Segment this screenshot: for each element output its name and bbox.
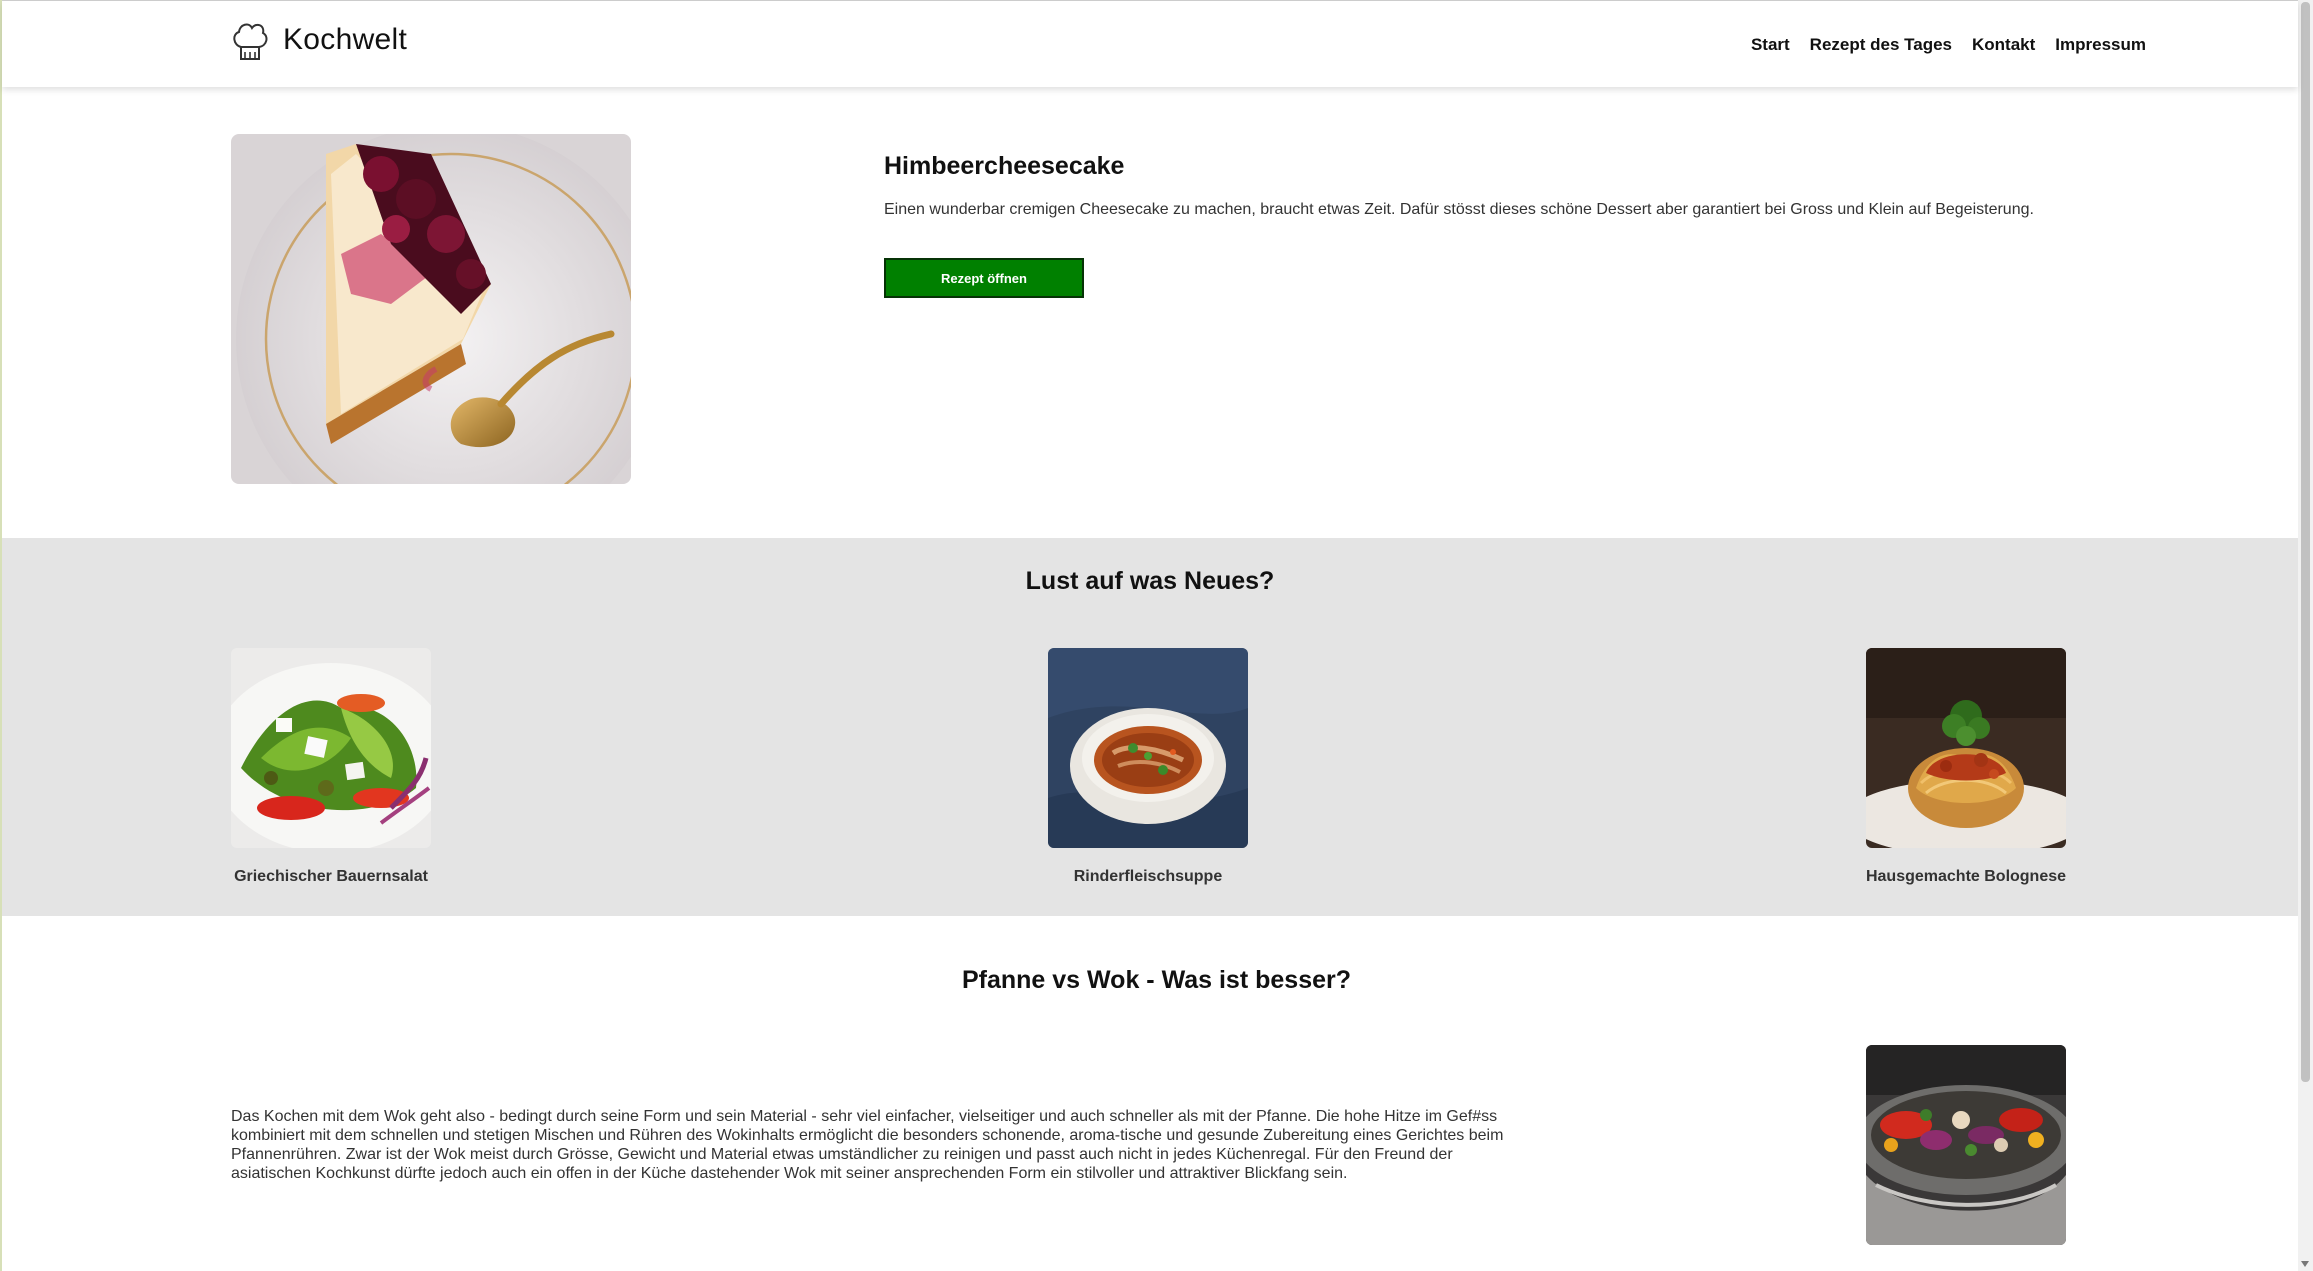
cheesecake-image [231, 134, 631, 484]
article-title: Pfanne vs Wok - Was ist besser? [961, 966, 1351, 994]
article-text: Das Kochen mit dem Wok geht also - bedin… [231, 1108, 1504, 1182]
hero-title: Himbeercheesecake [884, 152, 1125, 180]
scrollbar-thumb[interactable] [2301, 2, 2310, 1082]
nav-kontakt[interactable]: Kontakt [1972, 35, 2035, 55]
recipe-label[interactable]: Hausgemachte Bolognese [1856, 868, 2076, 886]
soup-image [1048, 648, 1248, 848]
page-scrollbar[interactable] [2298, 0, 2313, 1271]
logo[interactable]: Kochwelt [231, 19, 407, 61]
brand-name: Kochwelt [283, 23, 408, 56]
hero-description: Einen wunderbar cremigen Cheesecake zu m… [884, 201, 2034, 218]
nav-start[interactable]: Start [1751, 35, 1790, 55]
wok-image [1866, 1045, 2066, 1245]
recipe-card[interactable]: Rinderfleischsuppe [1038, 648, 1258, 886]
scroll-down-arrow-icon[interactable] [2301, 1261, 2309, 1267]
nav-rezept-des-tages[interactable]: Rezept des Tages [1810, 35, 1952, 55]
bolognese-image [1866, 648, 2066, 848]
chef-hat-icon [233, 23, 268, 60]
site-header: Kochwelt Start Rezept des Tages Kontakt … [2, 1, 2298, 87]
recipe-label[interactable]: Rinderfleischsuppe [1038, 868, 1258, 886]
recipe-card[interactable]: Hausgemachte Bolognese [1856, 648, 2076, 886]
nav-impressum[interactable]: Impressum [2055, 35, 2146, 55]
recipe-card[interactable]: Griechischer Bauernsalat [221, 648, 441, 886]
section-title: Lust auf was Neues? [1025, 567, 1275, 595]
new-recipes-section: Lust auf was Neues? Griechischer Bauerns… [2, 538, 2298, 916]
recipe-label[interactable]: Griechischer Bauernsalat [221, 868, 441, 886]
open-recipe-button[interactable]: Rezept öffnen [884, 258, 1084, 298]
salad-image [231, 648, 431, 848]
main-nav: Start Rezept des Tages Kontakt Impressum [1751, 35, 2146, 55]
